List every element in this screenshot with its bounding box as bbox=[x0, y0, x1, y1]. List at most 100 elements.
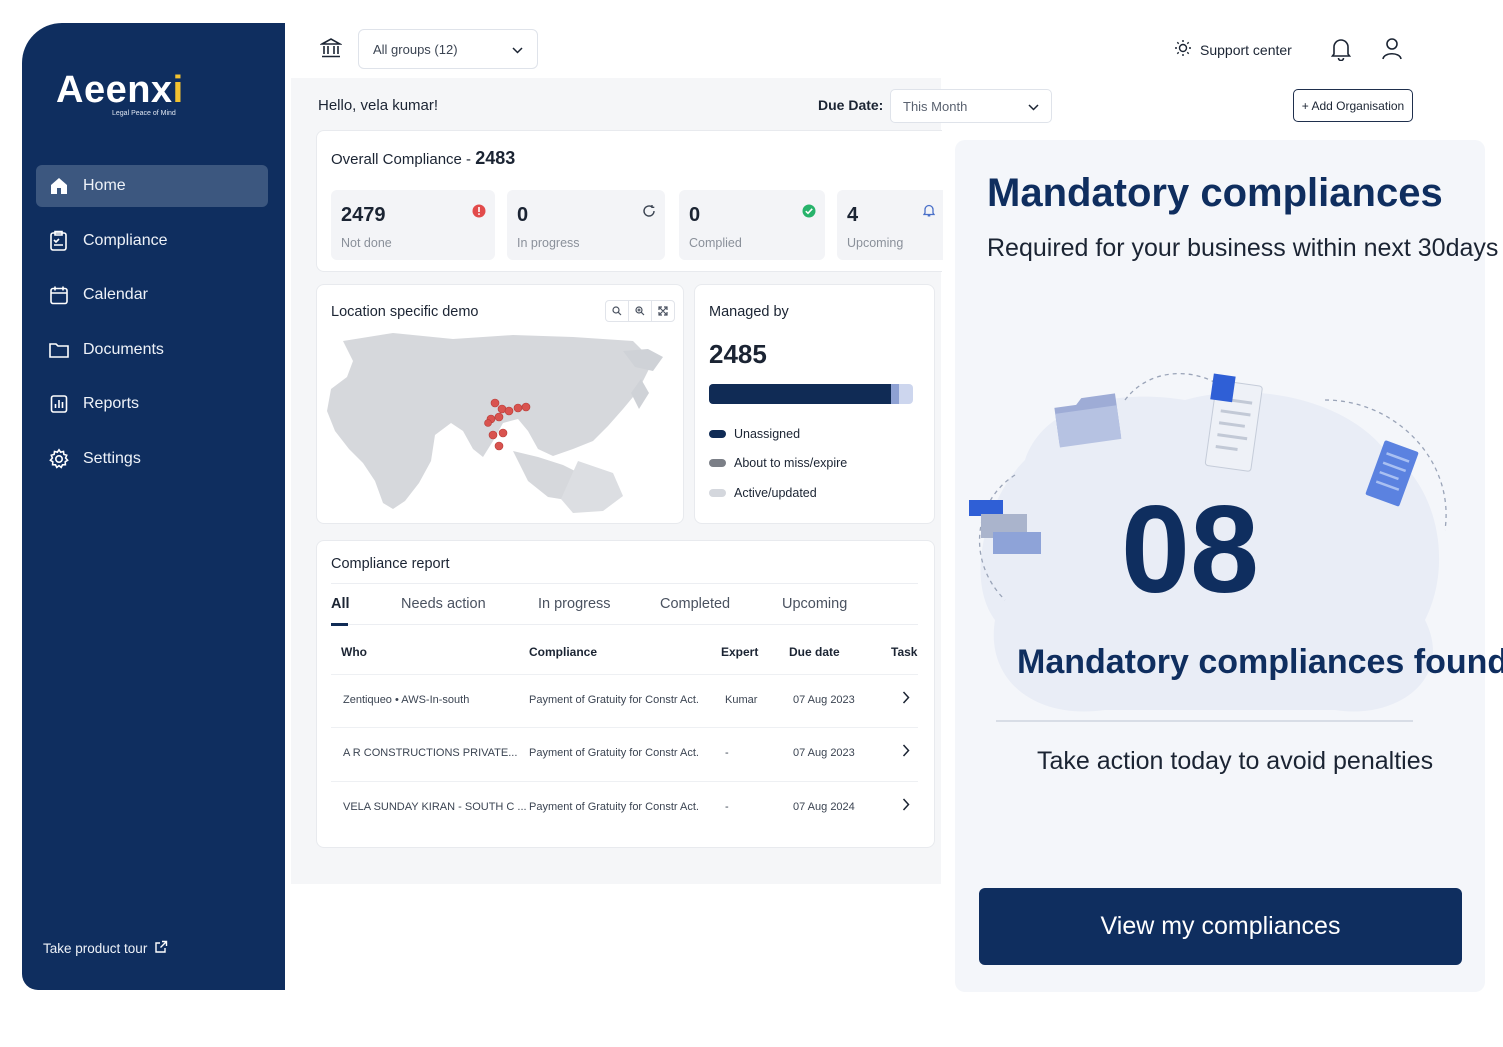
overall-compliance-title: Overall Compliance - 2483 bbox=[331, 148, 515, 169]
bank-icon[interactable] bbox=[318, 37, 344, 64]
table-row[interactable]: A R CONSTRUCTIONS PRIVATE... Payment of … bbox=[331, 727, 918, 779]
sidebar-item-settings[interactable]: Settings bbox=[36, 438, 268, 480]
stat-upcoming[interactable]: 4 Upcoming bbox=[837, 190, 943, 260]
checklist-icon bbox=[48, 230, 70, 252]
mandatory-found-label: Mandatory compliances found bbox=[1017, 643, 1503, 681]
bar-about-to-miss bbox=[890, 384, 899, 404]
due-date-select[interactable]: This Month bbox=[890, 89, 1052, 123]
tab-needs-action[interactable]: Needs action bbox=[401, 596, 486, 612]
sidebar-item-reports[interactable]: Reports bbox=[36, 383, 268, 425]
tab-completed[interactable]: Completed bbox=[660, 596, 730, 612]
active-tab-underline bbox=[331, 623, 348, 626]
support-center-link[interactable]: Support center bbox=[1174, 39, 1292, 60]
zoom-in-icon[interactable] bbox=[629, 301, 652, 321]
tab-upcoming[interactable]: Upcoming bbox=[782, 596, 847, 612]
folder-illustration bbox=[1054, 393, 1122, 448]
external-link-icon bbox=[154, 940, 168, 957]
cell-due-date: 07 Aug 2023 bbox=[793, 694, 855, 706]
managed-by-title: Managed by bbox=[709, 304, 789, 320]
sidebar: Aeenxi Legal Peace of Mind Home Complian… bbox=[22, 23, 285, 990]
report-icon bbox=[48, 393, 70, 415]
cell-due-date: 07 Aug 2023 bbox=[793, 747, 855, 759]
column-header-expert[interactable]: Expert bbox=[721, 645, 758, 659]
sidebar-item-label: Home bbox=[83, 177, 126, 194]
table-row[interactable]: Zentiqueo • AWS-In-south Payment of Grat… bbox=[331, 674, 918, 726]
tab-all[interactable]: All bbox=[331, 596, 350, 612]
bell-icon bbox=[922, 204, 936, 222]
logo-text: Aeenx bbox=[56, 69, 173, 111]
stat-label: Not done bbox=[341, 236, 392, 250]
view-my-compliances-button[interactable]: View my compliances bbox=[979, 888, 1462, 965]
sidebar-item-label: Settings bbox=[83, 449, 141, 467]
column-header-who[interactable]: Who bbox=[341, 645, 367, 659]
legend-unassigned: Unassigned bbox=[709, 427, 800, 441]
overall-title-label: Overall Compliance - bbox=[331, 151, 476, 168]
cell-compliance: Payment of Gratuity for Constr Act. bbox=[529, 694, 699, 706]
cell-who: A R CONSTRUCTIONS PRIVATE... bbox=[343, 747, 518, 759]
chevron-down-icon bbox=[512, 42, 523, 57]
stat-complied[interactable]: 0 Complied bbox=[679, 190, 825, 260]
cell-who: VELA SUNDAY KIRAN - SOUTH C ... bbox=[343, 801, 527, 813]
column-header-due-date[interactable]: Due date bbox=[789, 645, 840, 659]
sidebar-item-calendar[interactable]: Calendar bbox=[36, 274, 268, 316]
legend-swatch bbox=[709, 459, 726, 467]
managed-by-card: Managed by 2485 Unassigned About to miss… bbox=[694, 284, 935, 524]
fullscreen-icon[interactable] bbox=[652, 301, 674, 321]
stat-label: Complied bbox=[689, 236, 742, 250]
chevron-right-icon[interactable] bbox=[902, 691, 910, 709]
column-header-task[interactable]: Task bbox=[891, 645, 917, 659]
logo-accent-letter: i bbox=[172, 69, 184, 111]
stat-value: 0 bbox=[689, 204, 701, 226]
penalty-note: Take action today to avoid penalties bbox=[1037, 747, 1434, 775]
sidebar-item-home[interactable]: Home bbox=[36, 165, 268, 207]
sidebar-item-label: Reports bbox=[83, 395, 140, 412]
add-organisation-button[interactable]: + Add Organisation bbox=[1293, 89, 1413, 122]
column-header-compliance[interactable]: Compliance bbox=[529, 645, 597, 659]
chevron-right-icon[interactable] bbox=[902, 798, 910, 816]
zoom-out-icon[interactable] bbox=[606, 301, 629, 321]
user-profile-icon[interactable] bbox=[1381, 37, 1403, 66]
notification-bell-icon[interactable] bbox=[1330, 37, 1352, 66]
legend-label: About to miss/expire bbox=[734, 456, 848, 470]
legend-label: Active/updated bbox=[734, 486, 817, 500]
cell-compliance: Payment of Gratuity for Constr Act. bbox=[529, 801, 699, 813]
cell-who: Zentiqueo • AWS-In-south bbox=[343, 694, 470, 706]
sidebar-item-documents[interactable]: Documents bbox=[36, 329, 268, 371]
mandatory-count: 08 bbox=[1121, 481, 1259, 619]
group-select-value: All groups (12) bbox=[373, 41, 458, 57]
greeting: Hello, vela kumar! bbox=[318, 97, 439, 114]
brand-logo[interactable]: Aeenxi Legal Peace of Mind bbox=[56, 69, 184, 117]
tour-label: Take product tour bbox=[43, 941, 148, 956]
calendar-icon bbox=[48, 284, 70, 306]
due-date-value: This Month bbox=[903, 98, 968, 114]
tab-in-progress[interactable]: In progress bbox=[538, 596, 611, 612]
cell-expert: - bbox=[725, 801, 729, 813]
stat-value: 4 bbox=[847, 204, 859, 226]
home-icon bbox=[48, 175, 70, 197]
cell-expert: - bbox=[725, 747, 729, 759]
report-tabs: All Needs action In progress Completed U… bbox=[331, 583, 918, 626]
stat-in-progress[interactable]: 0 In progress bbox=[507, 190, 665, 260]
world-map[interactable] bbox=[323, 331, 675, 513]
group-select[interactable]: All groups (12) bbox=[358, 29, 538, 69]
sidebar-item-label: Documents bbox=[83, 340, 164, 358]
alert-icon bbox=[472, 204, 486, 223]
map-controls bbox=[605, 300, 675, 322]
cell-due-date: 07 Aug 2024 bbox=[793, 801, 855, 813]
location-title: Location specific demo bbox=[331, 304, 479, 320]
legend-active: Active/updated bbox=[709, 486, 817, 500]
sidebar-item-label: Calendar bbox=[83, 286, 148, 303]
chevron-down-icon bbox=[1028, 99, 1039, 114]
table-row[interactable]: VELA SUNDAY KIRAN - SOUTH C ... Payment … bbox=[331, 781, 918, 833]
managed-by-total: 2485 bbox=[709, 339, 767, 369]
chevron-right-icon[interactable] bbox=[902, 744, 910, 762]
stat-label: Upcoming bbox=[847, 236, 904, 250]
logo-tagline: Legal Peace of Mind bbox=[112, 110, 176, 117]
sidebar-item-compliance[interactable]: Compliance bbox=[36, 220, 268, 262]
stat-not-done[interactable]: 2479 Not done bbox=[331, 190, 495, 260]
managed-progress-bar bbox=[709, 384, 913, 404]
support-label: Support center bbox=[1200, 41, 1292, 58]
legend-about-to-miss: About to miss/expire bbox=[709, 456, 847, 470]
take-product-tour-link[interactable]: Take product tour bbox=[43, 940, 168, 957]
bar-unassigned bbox=[709, 384, 891, 404]
